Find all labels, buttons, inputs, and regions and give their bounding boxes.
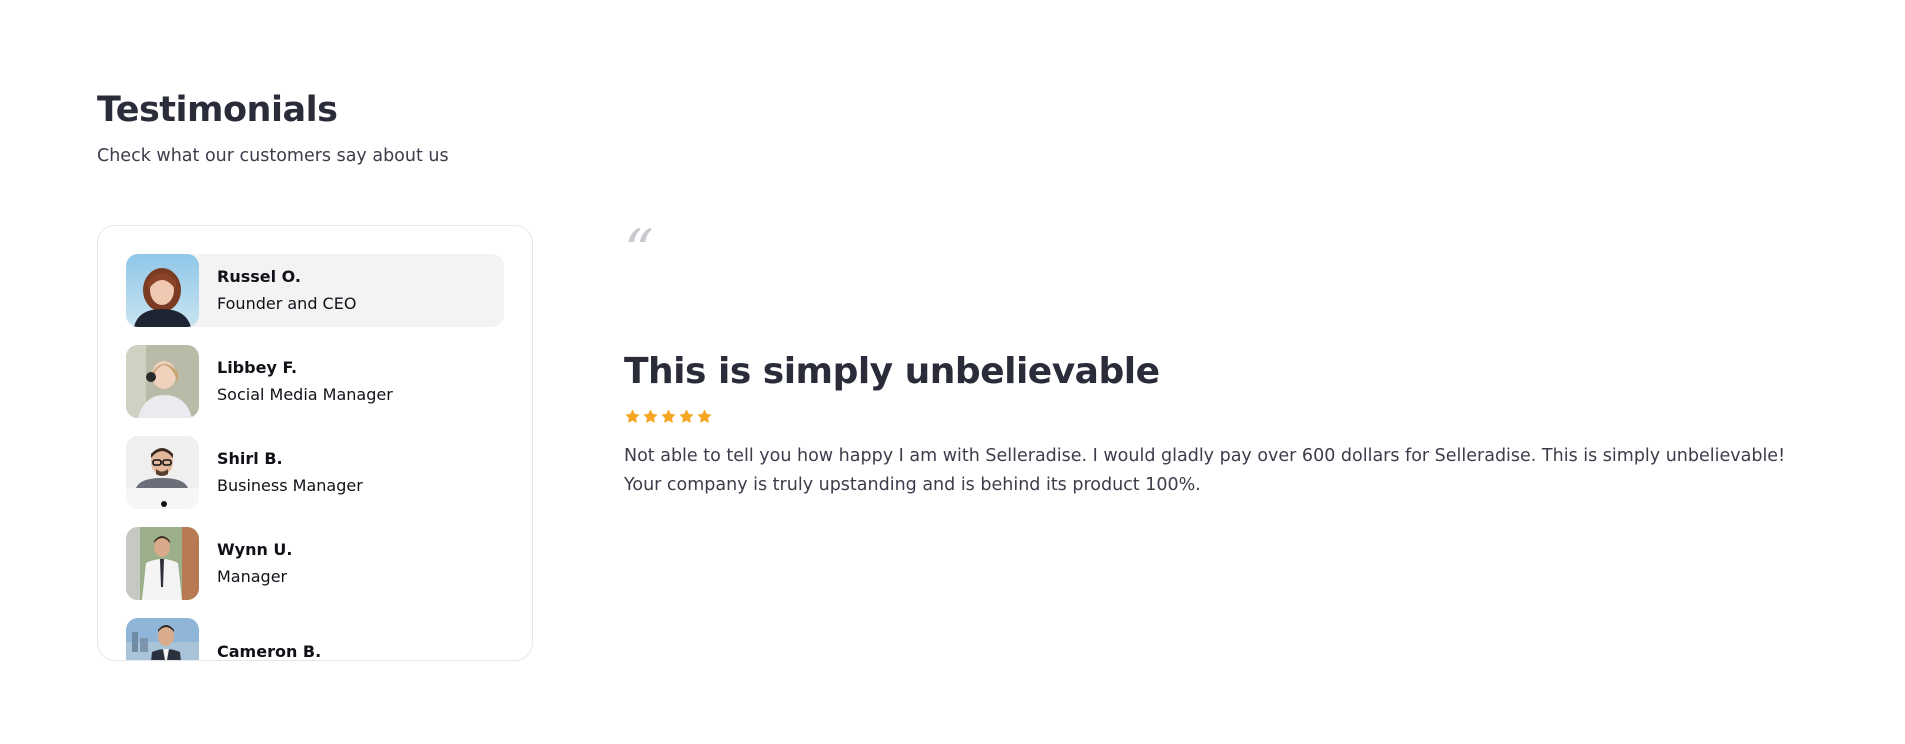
page-title: Testimonials [97, 90, 338, 130]
author-name: Shirl B. [217, 449, 283, 468]
star-icon [660, 408, 677, 426]
man-glasses-avatar [126, 436, 199, 509]
man-white-shirt-avatar [126, 527, 199, 600]
testimonial-content: “ This is simply unbelievable Not able t… [624, 217, 1804, 500]
author-name: Libbey F. [217, 358, 298, 377]
author-item-wynn[interactable]: Wynn U. Manager [126, 527, 504, 600]
quote-icon: “ [624, 217, 654, 285]
woman-headset-avatar [126, 345, 199, 418]
author-role: Business Manager [217, 476, 363, 495]
star-icon [696, 408, 713, 426]
author-item-libbey[interactable]: Libbey F. Social Media Manager [126, 345, 504, 418]
man-suit-city-avatar [126, 618, 199, 660]
testimonials-page: Testimonials Check what our customers sa… [0, 0, 1905, 744]
author-role: Founder and CEO [217, 294, 357, 313]
author-item-russel[interactable]: Russel O. Founder and CEO [126, 254, 504, 327]
star-icon [642, 408, 659, 426]
section-header: Testimonials Check what our customers sa… [97, 88, 449, 168]
author-name: Wynn U. [217, 540, 293, 559]
author-role: Social Media Manager [217, 385, 393, 404]
author-role: Manager [217, 567, 288, 586]
woman-red-hair-avatar [126, 254, 199, 327]
testimonial-title: This is simply unbelievable [624, 351, 1160, 392]
author-name: Russel O. [217, 267, 301, 286]
author-item-cameron[interactable]: Cameron B. [126, 618, 504, 661]
page-subtitle: Check what our customers say about us [97, 146, 449, 166]
star-icon [678, 408, 695, 426]
author-name: Cameron B. [217, 642, 322, 661]
star-icon [624, 408, 641, 426]
testimonial-author-list[interactable]: Russel O. Founder and CEO Libbey F. Soci… [97, 225, 533, 661]
testimonial-body: Not able to tell you how happy I am with… [624, 446, 1786, 495]
author-item-shirl[interactable]: Shirl B. Business Manager [126, 436, 504, 509]
star-rating [624, 408, 1804, 426]
